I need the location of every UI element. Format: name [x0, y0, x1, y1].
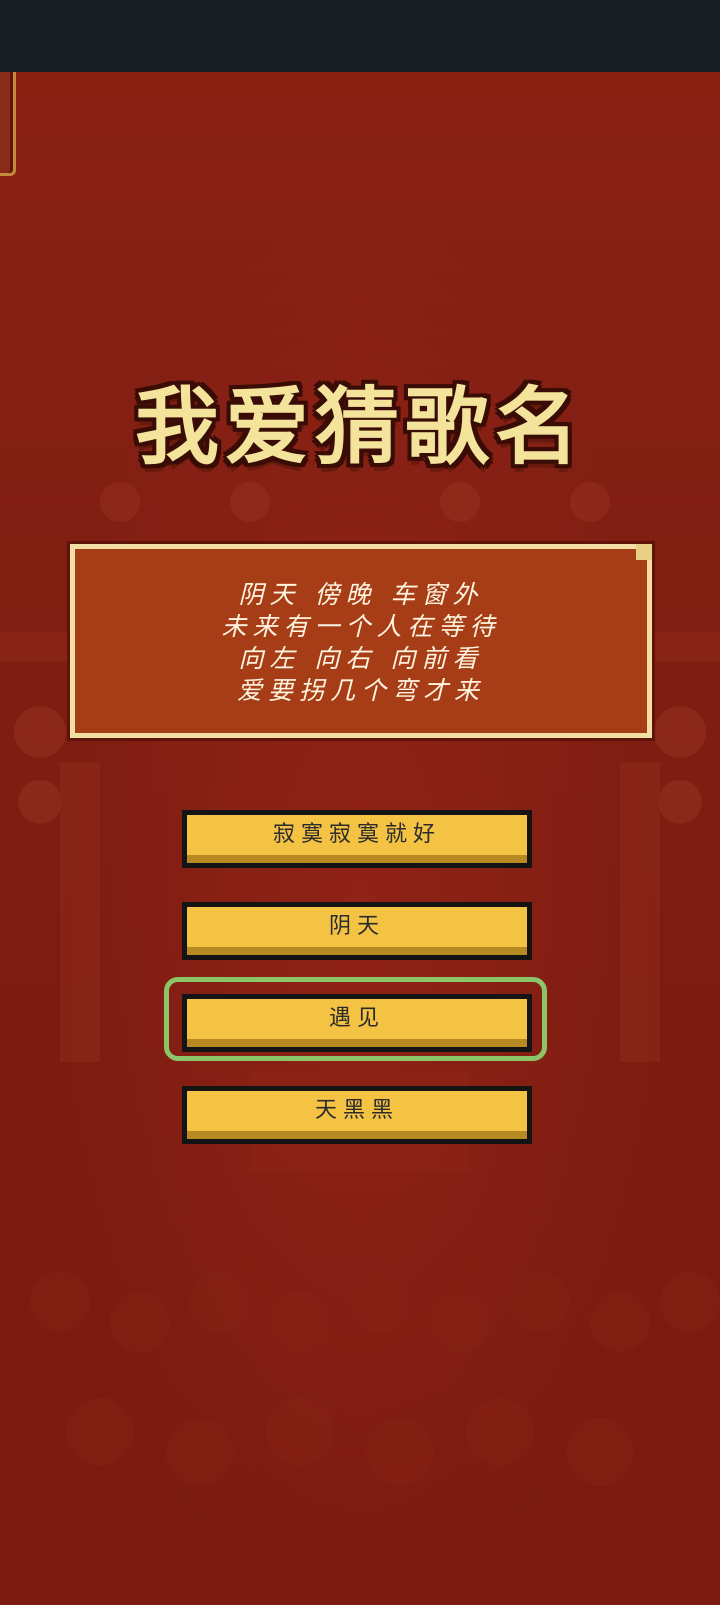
lyrics-panel: 阴天 傍晚 车窗外 未来有一个人在等待 向左 向右 向前看 爱要拐几个弯才来: [70, 544, 652, 738]
game-screen: 我爱猜歌名 阴天 傍晚 车窗外 未来有一个人在等待 向左 向右 向前看 爱要拐几…: [0, 72, 720, 1605]
answer-option-label: 遇见: [328, 1006, 385, 1031]
option-slot-3: 遇见: [182, 994, 532, 1052]
lyric-line: 爱要拐几个弯才来: [236, 676, 485, 705]
option-slot-2: 阴天: [182, 902, 532, 960]
answer-option-label: 阴天: [328, 914, 385, 939]
option-slot-4: 天黑黑: [182, 1086, 532, 1144]
lyric-line: 向左 向右 向前看: [238, 644, 484, 673]
lyric-line: 阴天 傍晚 车窗外: [238, 580, 484, 609]
status-bar: [0, 0, 720, 72]
answer-option-button[interactable]: 寂寞寂寞就好: [182, 810, 532, 868]
lyrics-lines: 阴天 傍晚 车窗外 未来有一个人在等待 向左 向右 向前看 爱要拐几个弯才来: [75, 579, 647, 707]
option-slot-1: 寂寞寂寞就好: [182, 810, 532, 868]
game-title: 我爱猜歌名: [134, 378, 585, 476]
answer-option-button[interactable]: 遇见: [182, 994, 532, 1052]
answer-option-button[interactable]: 阴天: [182, 902, 532, 960]
back-tab-icon[interactable]: [0, 72, 16, 176]
answer-option-label: 天黑黑: [314, 1098, 399, 1123]
lyric-line: 未来有一个人在等待: [221, 612, 501, 641]
answer-option-button[interactable]: 天黑黑: [182, 1086, 532, 1144]
answer-option-label: 寂寞寂寞就好: [272, 822, 441, 847]
